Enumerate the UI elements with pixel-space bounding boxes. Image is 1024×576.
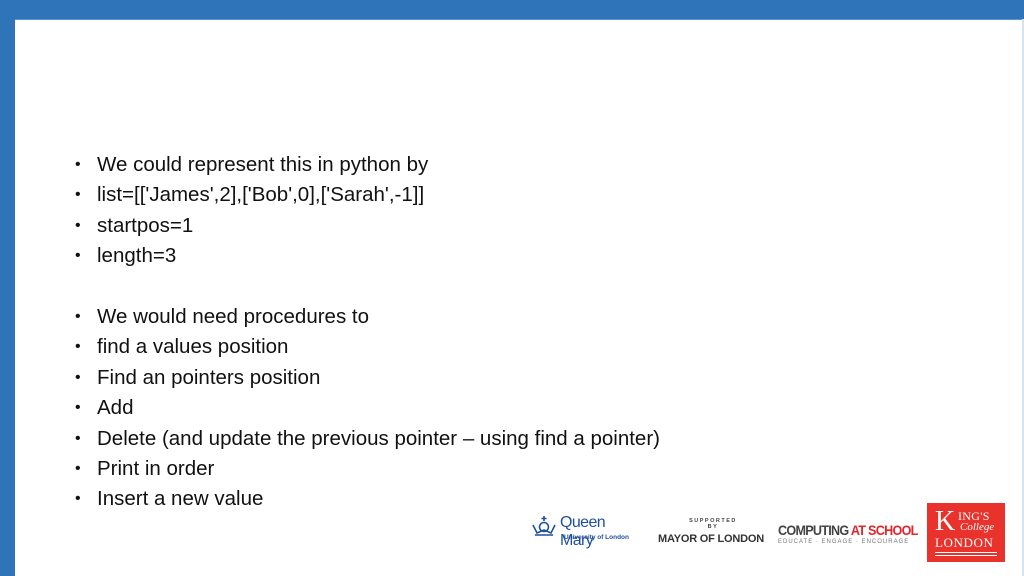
bullet-item: • Add: [75, 393, 660, 423]
bullet-icon: •: [75, 156, 81, 173]
bullet-item: • length=3: [75, 241, 660, 271]
bullet-item: • find a values position: [75, 332, 660, 362]
bullet-item: • Delete (and update the previous pointer…: [75, 424, 660, 454]
bullet-icon: •: [75, 460, 81, 478]
bullet-icon: •: [75, 216, 81, 234]
bullet-list-procedures: • We would need procedures to • find a val…: [75, 302, 660, 515]
bullet-icon: •: [75, 186, 81, 204]
bullet-icon: •: [75, 368, 81, 386]
logo-rule: [935, 552, 997, 553]
bullet-list-representation: • We could represent this in python by • l…: [75, 150, 660, 272]
bullet-item: • startpos=1: [75, 211, 660, 241]
bullet-item: • We could represent this in python by: [75, 150, 660, 180]
slide-frame-left: [0, 0, 15, 576]
bullet-icon: •: [75, 429, 81, 447]
bullet-item: • We would need procedures to: [75, 302, 660, 332]
bullet-icon: •: [75, 399, 81, 417]
slide-content: • We could represent this in python by • l…: [75, 150, 660, 515]
bullet-item: • Print in order: [75, 454, 660, 484]
bullet-item: • Find an pointers position: [75, 363, 660, 393]
bullet-icon: •: [75, 247, 81, 265]
crown-crest-icon: [532, 516, 556, 536]
mayor-of-london-logo: SUPPORTED BY MAYOR OF LONDON: [658, 518, 764, 545]
bullet-item: • list=[['James',2],['Bob',0],['Sarah',-1…: [75, 180, 660, 210]
slide-frame-top: [0, 0, 1024, 20]
logo-rule: [935, 555, 997, 556]
bullet-item: • Insert a new value: [75, 484, 660, 514]
kings-college-london-logo: K ING'S College LONDON: [927, 503, 1005, 562]
queen-mary-logo: Queen Mary University of London: [532, 514, 642, 549]
bullet-icon: •: [75, 308, 81, 326]
computing-at-school-logo: COMPUTING AT SCHOOL EDUCATE · ENGAGE · E…: [778, 522, 918, 545]
bullet-icon: •: [75, 338, 81, 356]
bullet-icon: •: [75, 490, 81, 508]
